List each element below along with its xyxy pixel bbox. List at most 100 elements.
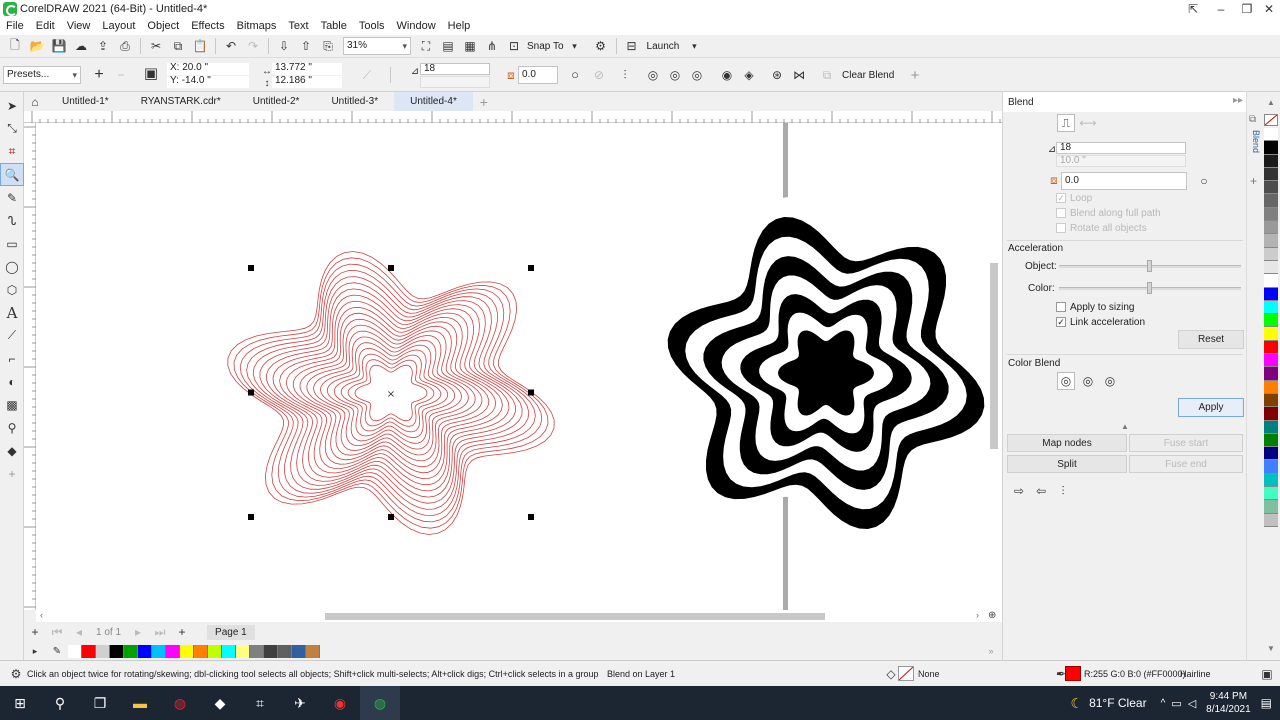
palette-swatch[interactable] — [1264, 473, 1278, 488]
apply-button[interactable]: Apply — [1178, 398, 1244, 417]
palette-swatch[interactable] — [166, 644, 180, 658]
palette-swatch[interactable] — [250, 644, 264, 658]
palette-swatch[interactable] — [1264, 393, 1278, 408]
palette-swatch[interactable] — [1264, 154, 1278, 168]
palette-swatch[interactable] — [1264, 300, 1278, 315]
clear-blend-button[interactable]: Clear Blend — [842, 70, 894, 81]
position-x-field[interactable]: X: 20.0 " — [167, 63, 249, 75]
copy-blend-icon[interactable]: ⧉ — [818, 66, 836, 84]
capture-task-icon[interactable]: ⌗ — [240, 686, 280, 720]
full-screen-preview-icon[interactable]: ⛶ — [417, 37, 435, 55]
zoom-level-select[interactable]: 31% — [343, 37, 411, 55]
menu-layout[interactable]: Layout — [96, 18, 141, 35]
palette-swatch[interactable] — [1264, 340, 1278, 355]
selection-handle[interactable] — [388, 265, 394, 271]
map-nodes-button[interactable]: Map nodes — [1007, 434, 1127, 452]
palette-swatch[interactable] — [208, 644, 222, 658]
link-accel-option[interactable]: ✓ Link acceleration — [1056, 317, 1145, 328]
photo-task-icon[interactable]: ✈ — [280, 686, 320, 720]
tab-untitled-4[interactable]: Untitled-4* — [394, 92, 473, 111]
reset-button[interactable]: Reset — [1178, 330, 1244, 349]
menu-window[interactable]: Window — [391, 18, 442, 35]
horizontal-scroll-thumb[interactable] — [325, 613, 825, 620]
launch-dropdown-icon[interactable]: ▾ — [685, 37, 703, 55]
ellipse-tool-icon[interactable]: ◯ — [0, 255, 24, 278]
rotate-all-checkbox[interactable] — [1056, 223, 1066, 234]
file-explorer-icon[interactable]: ▬ — [120, 686, 160, 720]
cloud-download-icon[interactable]: ⇪ — [94, 37, 112, 55]
app-task-icon[interactable]: ◆ — [200, 686, 240, 720]
palette-swatch[interactable] — [1264, 141, 1278, 155]
add-to-toolbar-icon[interactable]: + — [906, 66, 924, 84]
menu-object[interactable]: Object — [141, 18, 185, 35]
palette-swatch[interactable] — [222, 644, 236, 658]
rectangle-tool-icon[interactable]: ▭ — [0, 232, 24, 255]
palette-swatch[interactable] — [264, 644, 278, 658]
crop-tool-icon[interactable]: ⌗ — [0, 140, 24, 163]
new-tab-icon[interactable]: + — [475, 93, 493, 111]
coreldraw-task-icon[interactable]: ◍ — [160, 686, 200, 720]
palette-swatch[interactable] — [152, 644, 166, 658]
first-page-icon[interactable]: ⏮ — [48, 623, 66, 641]
counterclockwise-blend-icon[interactable]: ◎ — [688, 66, 706, 84]
palette-swatch[interactable] — [1264, 260, 1278, 275]
palette-swatch[interactable] — [1264, 274, 1278, 288]
page-tab-1[interactable]: Page 1 — [207, 624, 255, 640]
palette-swatch[interactable] — [1264, 447, 1278, 461]
palette-swatch[interactable] — [1264, 247, 1278, 261]
menu-file[interactable]: File — [0, 18, 30, 35]
show-grid-icon[interactable]: ▦ — [461, 37, 479, 55]
center-marker[interactable]: × — [387, 389, 395, 400]
open-icon[interactable]: 📂 — [28, 37, 46, 55]
blend-full-path-checkbox[interactable] — [1056, 208, 1066, 219]
cloud-upload-icon[interactable]: ☁ — [72, 37, 90, 55]
redo-icon[interactable]: ↷ — [244, 37, 262, 55]
palette-swatch[interactable] — [1264, 207, 1278, 222]
selection-handle[interactable] — [528, 514, 534, 520]
add-page-before-icon[interactable]: + — [26, 623, 44, 641]
position-y-field[interactable]: Y: -14.0 " — [167, 76, 249, 88]
docker-loop-icon[interactable]: ○ — [1195, 172, 1213, 190]
freehand-tool-icon[interactable]: ✎ — [0, 186, 24, 209]
palette-swatch[interactable] — [1264, 420, 1278, 434]
save-icon[interactable]: 💾 — [50, 37, 68, 55]
presets-select[interactable]: Presets... — [3, 66, 81, 84]
parallel-dimension-tool-icon[interactable]: ⟋ — [0, 324, 24, 347]
blend-full-path-option[interactable]: Blend along full path — [1056, 208, 1161, 219]
palette-swatch[interactable] — [110, 644, 124, 658]
eyedropper-tool-icon[interactable]: ⚲ — [0, 416, 24, 439]
path-properties-docker-icon[interactable]: ⫶ — [1054, 482, 1072, 500]
menu-help[interactable]: Help — [442, 18, 477, 35]
side-tab-add-icon[interactable]: + — [1250, 174, 1257, 188]
blend-direction-field[interactable]: 0.0 — [518, 66, 558, 84]
snap-to-dropdown-icon[interactable]: ▾ — [566, 37, 584, 55]
status-settings-gear-icon[interactable]: ⚙ — [7, 665, 25, 683]
minimize-button[interactable]: – — [1208, 0, 1234, 18]
palette-swatch[interactable] — [1264, 433, 1278, 448]
object-color-accel-icon[interactable]: ◉ — [718, 66, 736, 84]
palette-swatch[interactable] — [180, 644, 194, 658]
add-preset-icon[interactable]: + — [90, 66, 108, 84]
side-tab-blend[interactable]: Blend — [1249, 130, 1261, 176]
path-properties-icon[interactable]: ⊘ — [590, 66, 608, 84]
tab-untitled-1[interactable]: Untitled-1* — [46, 92, 125, 111]
palette-swatch[interactable] — [236, 644, 250, 658]
blend-acceleration-icon[interactable]: ⫶ — [616, 66, 634, 84]
profile-icon[interactable]: ⇱ — [1180, 0, 1206, 18]
menu-view[interactable]: View — [61, 18, 97, 35]
launch-icon[interactable]: ⊟ — [623, 37, 641, 55]
blend-steps-mode-icon[interactable]: ⎍ — [1057, 114, 1075, 132]
vertical-scrollbar[interactable] — [988, 123, 1002, 610]
more-blend-options-icon[interactable]: ⊛ — [768, 66, 786, 84]
cut-icon[interactable]: ✂ — [147, 37, 165, 55]
start-windows-icon[interactable]: ⊞ — [0, 686, 40, 720]
vertical-ruler[interactable] — [24, 123, 36, 610]
vertical-scroll-thumb[interactable] — [990, 263, 998, 449]
palette-swatch[interactable] — [68, 644, 82, 658]
menu-edit[interactable]: Edit — [30, 18, 61, 35]
docker-spacing-field[interactable]: 10.0 " — [1056, 155, 1186, 167]
object-origin-icon[interactable]: ▣ — [142, 64, 160, 82]
palette-up-icon[interactable]: ▲ — [1267, 98, 1275, 107]
selection-handle[interactable] — [248, 265, 254, 271]
fuse-end-button[interactable]: Fuse end — [1129, 455, 1243, 473]
